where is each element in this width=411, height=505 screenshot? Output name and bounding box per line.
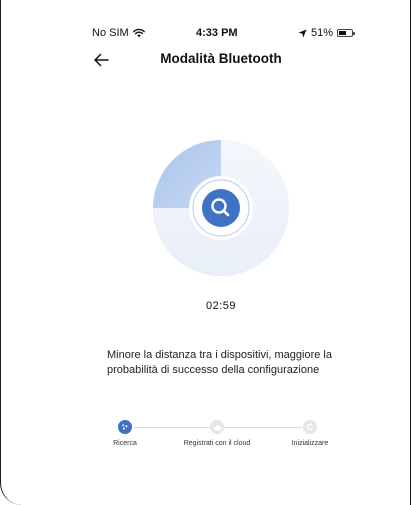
- carrier-label: No SIM: [92, 27, 129, 39]
- battery-percent: 51%: [311, 27, 334, 39]
- battery-icon: [337, 29, 356, 37]
- step-initialize-dot: [303, 420, 317, 434]
- location-arrow-icon: [298, 28, 307, 38]
- scan-center-button: [202, 189, 240, 227]
- cloud-icon: [213, 424, 222, 430]
- carrier-group: No SIM: [92, 27, 145, 39]
- back-arrow-icon: [94, 53, 109, 67]
- step-cloud-dot: [210, 420, 224, 434]
- status-right-group: 51%: [298, 27, 356, 39]
- step-initialize-label: Inizializzare: [291, 440, 329, 447]
- step-search: Ricerca: [75, 418, 175, 447]
- progress-steps: Ricerca Registrati con il cloud Iniziali…: [1, 418, 411, 458]
- status-bar: No SIM 4:33 PM 51%: [1, 0, 411, 40]
- nav-bar: Modalità Bluetooth: [1, 48, 411, 72]
- countdown-timer: 02:59: [205, 300, 237, 312]
- phone-frame: No SIM 4:33 PM 51% Modalità Bluetooth 02…: [0, 0, 411, 505]
- page-title: Modalità Bluetooth: [160, 51, 282, 66]
- step-initialize: Inizializzare: [260, 418, 360, 447]
- wifi-icon: [132, 28, 145, 38]
- step-cloud: Registrati con il cloud: [167, 418, 267, 447]
- step-search-dot: [118, 420, 132, 434]
- step-search-label: Ricerca: [113, 440, 137, 447]
- back-button[interactable]: [89, 48, 113, 72]
- refresh-icon: [306, 423, 314, 431]
- scan-animation: [151, 138, 291, 278]
- bluetooth-dots-icon: [122, 424, 128, 430]
- distance-hint: Minore la distanza tra i dispositivi, ma…: [107, 349, 332, 376]
- step-cloud-label: Registrati con il cloud: [183, 440, 251, 447]
- clock: 4:33 PM: [196, 27, 238, 39]
- scan-progress-ring: [153, 140, 289, 276]
